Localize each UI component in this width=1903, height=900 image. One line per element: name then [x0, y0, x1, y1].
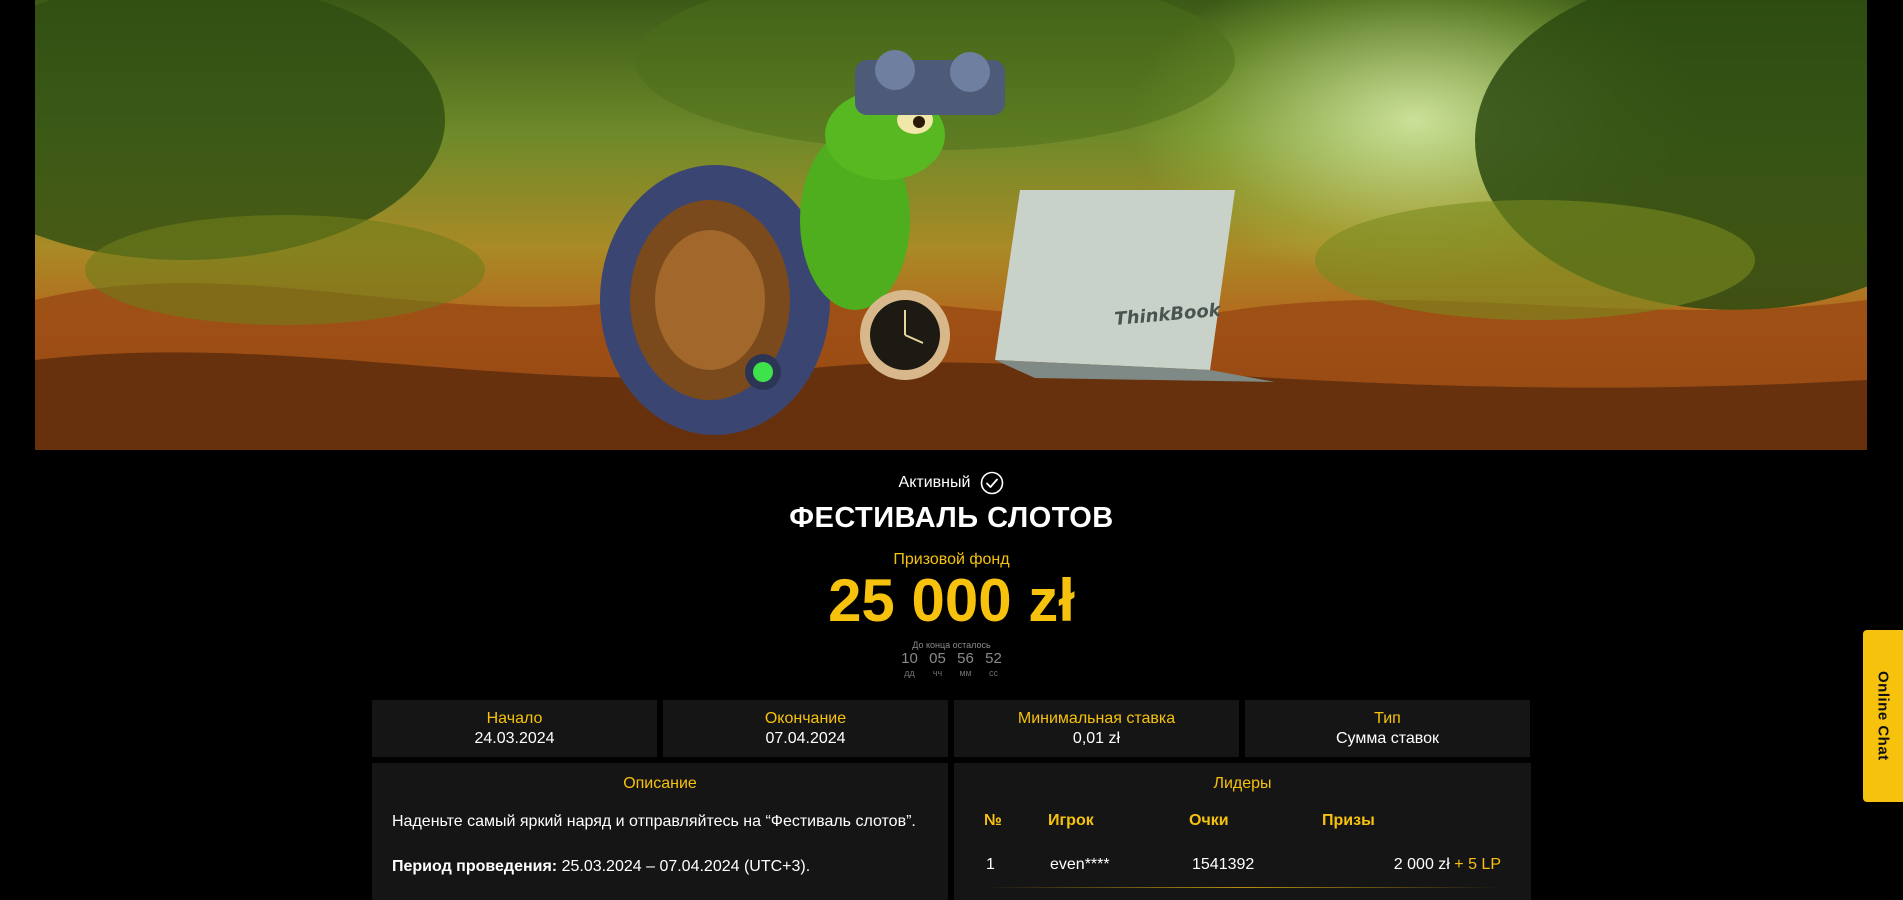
online-chat-label: Online Chat — [1874, 671, 1892, 761]
status-indicator: Активный — [0, 468, 1903, 498]
info-end-label: Окончание — [764, 710, 847, 727]
leader-prize: 2 000 zł + 5 LP — [1394, 856, 1501, 874]
info-type: Тип Сумма ставок — [1245, 700, 1530, 757]
countdown-days: 10 дд — [901, 650, 918, 678]
description-panel: Описание Наденьте самый яркий наряд и от… — [372, 763, 948, 900]
leader-prize-lp: + 5 LP — [1454, 856, 1501, 873]
leaders-panel: Лидеры № Игрок Очки Призы 1 even**** 154… — [954, 763, 1531, 900]
period-value: 25.03.2024 – 07.04.2024 (UTC+3). — [557, 858, 811, 875]
row-divider — [984, 887, 1501, 888]
description-text: Наденьте самый яркий наряд и отправляйте… — [392, 813, 916, 830]
leaders-header-row: № Игрок Очки Призы — [984, 812, 1501, 834]
countdown-minutes: 56 мм — [957, 650, 974, 678]
period-text: Период проведения: 25.03.2024 – 07.04.20… — [392, 858, 810, 876]
info-min-bet-label: Минимальная ставка — [1017, 710, 1176, 727]
header-num: № — [984, 812, 1002, 829]
info-start-label: Начало — [486, 710, 543, 727]
header-player: Игрок — [1048, 812, 1094, 829]
promo-banner: ThinkBook — [35, 0, 1867, 450]
countdown-label: До конца осталось — [912, 640, 991, 650]
leader-prize-amount: 2 000 zł — [1393, 856, 1450, 873]
info-start-value: 24.03.2024 — [474, 730, 555, 747]
info-min-bet: Минимальная ставка 0,01 zł — [954, 700, 1239, 757]
online-chat-button[interactable]: Online Chat — [1863, 630, 1903, 802]
tournament-title: ФЕСТИВАЛЬ СЛОТОВ — [789, 502, 1114, 534]
info-type-label: Тип — [1374, 710, 1401, 727]
status-label: Активный — [898, 474, 971, 491]
header-points: Очки — [1189, 812, 1229, 829]
info-min-bet-value: 0,01 zł — [1072, 730, 1121, 747]
info-type-value: Сумма ставок — [1336, 730, 1439, 747]
tournament-page: ThinkBook Активный ФЕСТИВАЛЬ СЛОТОВ Приз… — [0, 0, 1903, 900]
check-circle-icon — [980, 471, 1004, 495]
info-start: Начало 24.03.2024 — [372, 700, 657, 757]
header-prizes: Призы — [1322, 812, 1375, 829]
countdown-timer: 10 дд 05 чч 56 мм 52 сс — [0, 650, 1903, 678]
leader-num: 1 — [986, 856, 995, 873]
info-end: Окончание 07.04.2024 — [663, 700, 948, 757]
info-end-value: 07.04.2024 — [765, 730, 846, 747]
period-label: Период проведения: — [392, 858, 558, 875]
leaders-title: Лидеры — [1213, 775, 1272, 792]
countdown-hours: 05 чч — [929, 650, 946, 678]
description-title: Описание — [623, 775, 697, 792]
prize-pool-amount: 25 000 zł — [828, 567, 1075, 634]
leaders-row: 1 even**** 1541392 2 000 zł + 5 LP — [984, 856, 1501, 878]
banner-illustration: ThinkBook — [35, 0, 1867, 450]
countdown-seconds: 52 сс — [985, 650, 1002, 678]
leader-player: even**** — [1050, 856, 1110, 873]
leader-points: 1541392 — [1192, 856, 1255, 873]
